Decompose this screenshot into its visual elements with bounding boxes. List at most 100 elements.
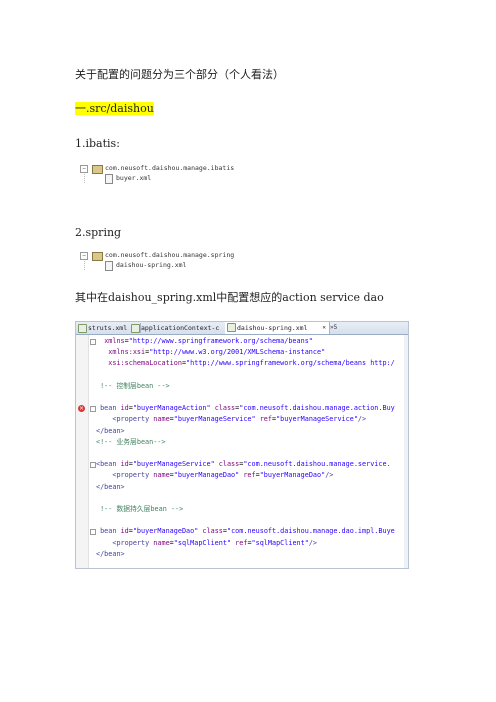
code-token: "http://www.springframework.org/schema/b… xyxy=(128,337,313,345)
tree-row-file[interactable]: buyer.xml xyxy=(80,174,250,184)
package-icon xyxy=(92,252,103,261)
code-token: /> xyxy=(325,471,334,480)
code-line[interactable]: bean id="buyerManageDao" class="com.neus… xyxy=(96,527,395,535)
code-line[interactable]: !-- 控制层bean --> xyxy=(96,382,170,390)
tab-application-context[interactable]: applicationContext-c xyxy=(129,323,237,333)
package-name: com.neusoft.daishou.manage.spring xyxy=(105,251,235,259)
xml-file-icon xyxy=(105,174,113,184)
code-token: "http://www.w3.org/2001/XMLSchema-instan… xyxy=(149,348,326,357)
code-line[interactable]: <property name="buyerManageDao" ref="buy… xyxy=(96,471,333,479)
error-marker-icon[interactable]: × xyxy=(78,405,85,413)
collapse-icon[interactable]: − xyxy=(80,252,88,260)
code-token: </bean> xyxy=(96,549,125,558)
collapse-icon[interactable]: − xyxy=(80,165,88,173)
code-token: ref xyxy=(259,415,272,424)
tab-label: applicationContext-c xyxy=(141,324,220,332)
code-token: bean xyxy=(96,404,121,413)
spring-heading: 2.spring xyxy=(75,226,122,239)
xml-file-icon xyxy=(105,261,113,271)
code-token: xmlns xyxy=(104,337,125,345)
code-token: "buyerManageDao" xyxy=(132,527,199,536)
package-name: com.neusoft.daishou.manage.ibatis xyxy=(105,164,235,172)
section-highlight: 一.src/daishou xyxy=(75,102,154,115)
fold-toggle-icon[interactable] xyxy=(90,462,96,469)
tree-row-package[interactable]: − com.neusoft.daishou.manage.ibatis xyxy=(80,164,250,174)
code-token: bean xyxy=(96,527,121,536)
code-token: "http://www.springframework.org/schema/b… xyxy=(186,359,395,368)
file-name: daishou-spring.xml xyxy=(116,261,187,269)
code-token: "com.neusoft.daishou.manage.dao.impl.Buy… xyxy=(226,527,395,536)
code-token: !-- 控制层bean --> xyxy=(96,381,170,390)
code-token: </bean> xyxy=(96,426,125,435)
code-line[interactable]: </bean> xyxy=(96,483,125,491)
xml-file-icon xyxy=(131,324,140,333)
code-token: name xyxy=(153,471,170,480)
code-line[interactable]: <property name="buyerManageService" ref=… xyxy=(96,415,366,423)
code-token: "sqlMapClient" xyxy=(173,538,232,547)
code-token: xmlns:xsi xyxy=(108,348,146,357)
code-token: "com.neusoft.daishou.manage.action.Buy xyxy=(239,404,395,413)
code-token: !-- 数据持久层bean --> xyxy=(96,505,184,513)
code-editor: struts.xml applicationContext-c daishou-… xyxy=(75,321,409,569)
code-token: class xyxy=(202,527,223,536)
code-token: <!-- 业务层bean--> xyxy=(96,437,166,446)
ibatis-package-tree: − com.neusoft.daishou.manage.ibatis buye… xyxy=(80,156,250,184)
tree-row-file[interactable]: daishou-spring.xml xyxy=(80,261,250,271)
tab-daishou-spring-xml[interactable]: daishou-spring.xml ✕ xyxy=(225,322,330,334)
code-token: /> xyxy=(308,538,318,547)
code-line[interactable]: xsi:schemaLocation="http://www.springfra… xyxy=(96,359,395,368)
editor-tab-bar: struts.xml applicationContext-c daishou-… xyxy=(76,322,408,335)
code-token: "com.neusoft.daishou.manage.service. xyxy=(243,460,391,469)
code-token: <bean xyxy=(96,460,121,469)
tab-label: daishou-spring.xml xyxy=(237,324,308,332)
code-token: id xyxy=(120,404,129,413)
tree-row-package[interactable]: − com.neusoft.daishou.manage.spring xyxy=(80,251,250,261)
note-paragraph: 其中在daishou_spring.xml中配置想应的action servic… xyxy=(75,291,384,304)
code-line[interactable]: xmlns="http://www.springframework.org/sc… xyxy=(96,337,313,345)
code-line[interactable]: <property name="sqlMapClient" ref="sqlMa… xyxy=(96,539,317,547)
code-token: ref xyxy=(243,471,256,480)
code-token: id xyxy=(120,527,129,536)
code-token: "buyerManageService" xyxy=(276,415,358,424)
code-line[interactable]: !-- 数据持久层bean --> xyxy=(96,505,183,513)
spring-package-tree: − com.neusoft.daishou.manage.spring dais… xyxy=(80,247,250,273)
ibatis-heading: 1.ibatis: xyxy=(75,137,120,150)
code-token: </bean> xyxy=(96,482,125,491)
code-token: "buyerManageService" xyxy=(173,415,256,424)
code-token: <property xyxy=(112,471,154,480)
code-token: "sqlMapClient" xyxy=(251,538,309,547)
code-token: "buyerManageDao" xyxy=(173,471,240,480)
code-token: xsi:schemaLocation xyxy=(108,359,182,368)
xml-file-icon xyxy=(227,323,236,332)
xml-file-icon xyxy=(78,324,87,333)
code-token: "buyerManageService" xyxy=(132,460,215,469)
code-token: id xyxy=(120,460,129,469)
editor-scrollbar[interactable] xyxy=(404,335,408,568)
tab-overflow-indicator[interactable]: »5 xyxy=(330,323,337,333)
code-line[interactable]: <bean id="buyerManageService" class="com… xyxy=(96,460,391,468)
code-token: <property xyxy=(112,538,154,547)
close-tab-icon[interactable]: ✕ xyxy=(322,322,326,334)
fold-toggle-icon[interactable] xyxy=(90,406,96,413)
code-token: ref xyxy=(235,538,248,547)
fold-toggle-icon[interactable] xyxy=(90,339,96,345)
code-line[interactable]: </bean> xyxy=(96,427,125,435)
fold-toggle-icon[interactable] xyxy=(90,529,96,536)
code-token: "buyerManageDao" xyxy=(259,471,326,480)
code-token: "buyerManageAction" xyxy=(132,404,211,413)
code-line[interactable]: </bean> xyxy=(96,550,125,558)
code-line[interactable]: <!-- 业务层bean--> xyxy=(96,438,166,446)
code-line[interactable]: bean id="buyerManageAction" class="com.n… xyxy=(96,404,395,412)
package-icon xyxy=(92,165,103,174)
code-token: name xyxy=(153,538,170,547)
intro-paragraph: 关于配置的问题分为三个部分（个人看法） xyxy=(75,68,284,81)
code-line[interactable]: xmlns:xsi="http://www.w3.org/2001/XMLSch… xyxy=(96,348,325,356)
section-heading: 一.src/daishou xyxy=(75,102,154,116)
editor-gutter xyxy=(76,335,89,568)
code-token: /> xyxy=(357,415,367,424)
